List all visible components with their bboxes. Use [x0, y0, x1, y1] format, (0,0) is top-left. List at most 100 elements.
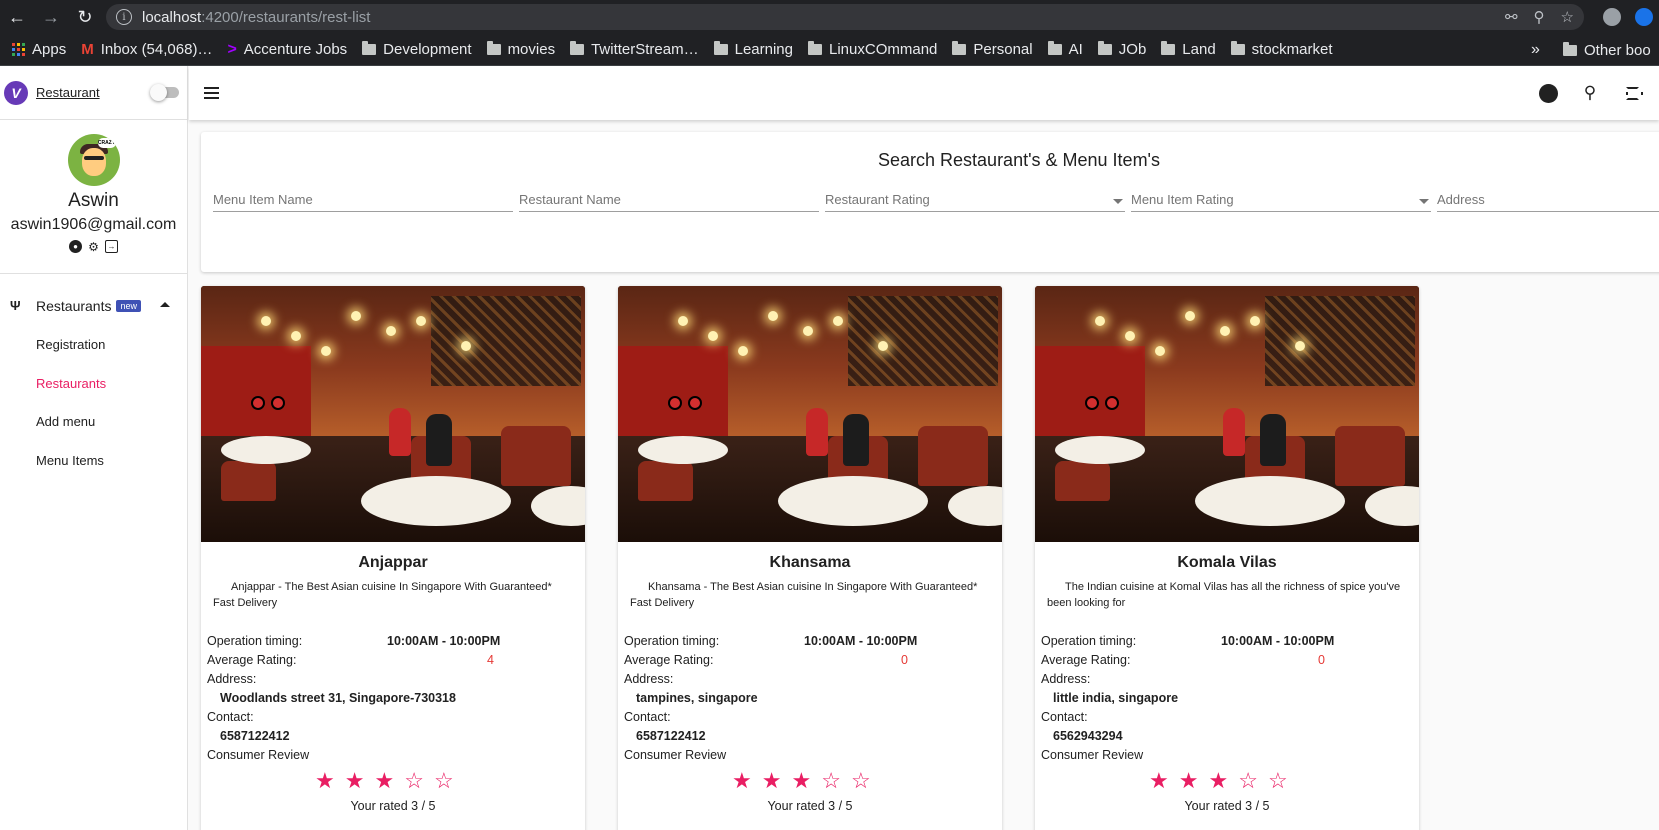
- star-filled-icon[interactable]: ★: [1208, 770, 1228, 792]
- bookmark-label: JOb: [1118, 41, 1147, 58]
- star-rating[interactable]: ★ ★ ★ ☆ ☆: [1149, 770, 1288, 792]
- user-name: Aswin: [68, 190, 119, 211]
- star-filled-icon[interactable]: ★: [791, 770, 811, 792]
- bookmark-item[interactable]: M Inbox (54,068)…: [81, 41, 212, 58]
- bookmark-item[interactable]: LinuxCOmmand: [808, 41, 937, 58]
- bookmark-item[interactable]: movies: [486, 41, 556, 58]
- restaurant-photo: [1035, 286, 1419, 542]
- star-rating[interactable]: ★ ★ ★ ☆ ☆: [315, 770, 454, 792]
- new-badge: new: [116, 299, 141, 312]
- restaurant-card[interactable]: Khansama Khansama - The Best Asian cuisi…: [618, 286, 1002, 830]
- account-icon[interactable]: ●: [69, 240, 82, 253]
- bookmark-item[interactable]: Land: [1161, 41, 1216, 58]
- folder-icon: [1097, 41, 1112, 55]
- folder-icon: [952, 41, 967, 55]
- site-info-icon[interactable]: i: [116, 9, 132, 25]
- star-rating[interactable]: ★ ★ ★ ☆ ☆: [732, 770, 871, 792]
- star-empty-icon[interactable]: ☆: [434, 770, 454, 792]
- bookmarks-overflow-icon[interactable]: »: [1531, 34, 1540, 65]
- bookmark-item[interactable]: AI: [1047, 41, 1083, 58]
- bookmark-label: movies: [507, 41, 556, 58]
- address-bar[interactable]: i localhost:4200/restaurants/rest-list ⚯…: [106, 4, 1584, 30]
- filter-input[interactable]: Address: [1437, 188, 1659, 212]
- filter-select[interactable]: Restaurant Rating: [825, 188, 1125, 212]
- extension-icon[interactable]: [1603, 8, 1621, 26]
- sidebar-item-restaurants[interactable]: Restaurants: [0, 364, 187, 403]
- star-empty-icon[interactable]: ☆: [1268, 770, 1288, 792]
- folder-icon: [486, 41, 501, 55]
- folder-icon: [808, 41, 822, 55]
- menu-icon[interactable]: [204, 87, 219, 99]
- star-filled-icon[interactable]: ★: [762, 770, 782, 792]
- contact-label: Contact:: [624, 710, 671, 724]
- star-filled-icon[interactable]: ★: [1149, 770, 1169, 792]
- back-icon[interactable]: ←: [0, 0, 34, 34]
- search-icon[interactable]: ⚲: [1580, 83, 1600, 103]
- forward-icon[interactable]: →: [34, 0, 68, 34]
- bookmark-label: Land: [1182, 41, 1216, 58]
- profile-icon[interactable]: [1635, 8, 1653, 26]
- rating-value: 0: [1318, 653, 1325, 667]
- star-empty-icon[interactable]: ☆: [821, 770, 841, 792]
- reload-icon[interactable]: ↻: [68, 0, 102, 34]
- star-filled-icon[interactable]: ★: [1179, 770, 1199, 792]
- star-filled-icon[interactable]: ★: [374, 770, 394, 792]
- filter-input[interactable]: Menu Item Name: [213, 188, 513, 212]
- collapse-caret-icon[interactable]: [160, 302, 170, 307]
- folder-icon: [1047, 41, 1062, 55]
- bookmark-label: Inbox (54,068)…: [100, 41, 213, 58]
- bookmark-item[interactable]: JOb: [1097, 41, 1147, 58]
- sidebar-group-label: Restaurants: [36, 297, 112, 314]
- folder-icon: [1161, 41, 1176, 55]
- bookmark-label: Accenture Jobs: [243, 41, 348, 58]
- star-empty-icon[interactable]: ☆: [404, 770, 424, 792]
- address-value: Woodlands street 31, Singapore-730318: [220, 691, 456, 705]
- restaurant-card[interactable]: Komala Vilas The Indian cuisine at Komal…: [1035, 286, 1419, 830]
- rated-text: Your rated 3 / 5: [1184, 799, 1270, 813]
- contact-label: Contact:: [207, 710, 254, 724]
- field-placeholder: Menu Item Name: [213, 192, 313, 207]
- bookmark-item[interactable]: TwitterStream…: [570, 41, 699, 58]
- restaurant-name: Khansama: [769, 554, 851, 571]
- sidebar-item-registration[interactable]: Registration: [0, 325, 187, 364]
- sidebar-item-menu-items[interactable]: Menu Items: [0, 441, 187, 480]
- field-placeholder: Address: [1437, 192, 1485, 207]
- fullscreen-icon[interactable]: [1622, 83, 1643, 103]
- filter-select[interactable]: Menu Item Rating: [1131, 188, 1431, 212]
- timing-value: 10:00AM - 10:00PM: [387, 634, 501, 648]
- zoom-icon[interactable]: ⚲: [1534, 8, 1545, 26]
- star-filled-icon[interactable]: ★: [345, 770, 365, 792]
- star-empty-icon[interactable]: ☆: [851, 770, 871, 792]
- brand-link[interactable]: Restaurant: [36, 85, 100, 100]
- avatar: CRAZY: [67, 134, 120, 186]
- bookmark-label: AI: [1068, 41, 1083, 58]
- bookmark-item[interactable]: stockmarket: [1230, 41, 1333, 58]
- utensils-icon: Ψ: [10, 298, 21, 313]
- github-icon[interactable]: [1538, 83, 1558, 103]
- theme-toggle[interactable]: [150, 84, 179, 101]
- sidebar-item-add-menu[interactable]: Add menu: [0, 402, 187, 441]
- other-bookmarks[interactable]: Other boo: [1563, 34, 1651, 65]
- dropdown-arrow-icon[interactable]: [1419, 199, 1429, 204]
- restaurant-description: Khansama - The Best Asian cuisine In Sin…: [630, 581, 978, 609]
- url-path: :4200/restaurants/rest-list: [201, 8, 371, 26]
- sidebar-item-restaurants-group[interactable]: Ψ Restaurants new: [0, 286, 187, 325]
- bookmark-item[interactable]: Development: [362, 41, 472, 58]
- restaurant-card[interactable]: Anjappar Anjappar - The Best Asian cuisi…: [201, 286, 585, 830]
- bookmark-item[interactable]: > Accenture Jobs: [227, 41, 347, 59]
- settings-gear-icon[interactable]: ⚙: [87, 240, 100, 254]
- bookmark-item[interactable]: Apps: [12, 41, 66, 58]
- review-label: Consumer Review: [1041, 748, 1144, 762]
- filter-input[interactable]: Restaurant Name: [519, 188, 819, 212]
- bookmark-item[interactable]: Learning: [713, 41, 793, 58]
- star-filled-icon[interactable]: ★: [732, 770, 752, 792]
- star-filled-icon[interactable]: ★: [315, 770, 335, 792]
- dropdown-arrow-icon[interactable]: [1113, 199, 1123, 204]
- key-icon[interactable]: ⚯: [1505, 8, 1518, 26]
- search-title: Search Restaurant's & Menu Item's: [878, 150, 1160, 170]
- star-empty-icon[interactable]: ☆: [1238, 770, 1258, 792]
- folder-icon: [570, 41, 585, 55]
- star-bookmark-icon[interactable]: ☆: [1561, 8, 1574, 26]
- bookmark-item[interactable]: Personal: [952, 41, 1033, 58]
- logout-icon[interactable]: →: [105, 240, 118, 253]
